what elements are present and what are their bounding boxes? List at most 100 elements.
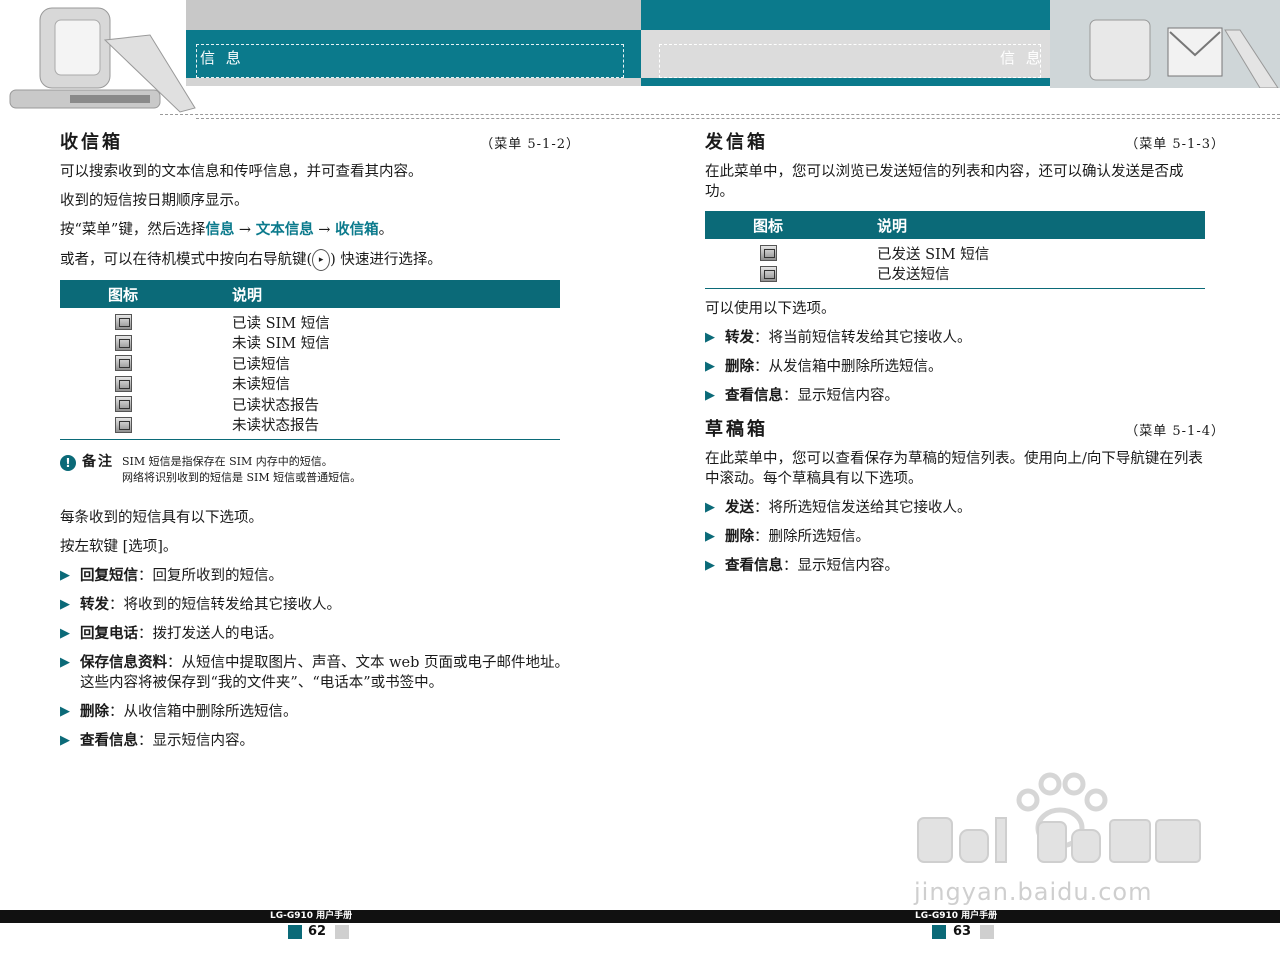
table-body: 已发送 SIM 短信 已发送短信 (705, 239, 1205, 289)
option-item: ▶ 查看信息：显示短信内容。 (705, 386, 1225, 406)
option-text: ：拨打发送人的电话。 (138, 626, 283, 642)
path-step-text-messages: 文本信息 (255, 222, 314, 238)
outbox-options-list: ▶ 转发：将当前短信转发给其它接收人。 ▶ 删除：从发信箱中删除所选短信。 ▶ 查看信息：… (705, 328, 1225, 406)
table-header-icon: 图标 (753, 216, 784, 235)
option-item: ▶ 删除：删除所选短信。 (705, 527, 1225, 547)
unread-sim-message-icon (115, 334, 132, 351)
nav-suffix: ) 快速进行选择。 (330, 252, 442, 268)
option-item: ▶ 删除：从收信箱中删除所选短信。 (60, 702, 575, 722)
table-row: 未读 SIM 短信 (60, 333, 560, 354)
inbox-options-list: ▶ 回复短信：回复所收到的短信。 ▶ 转发：将收到的短信转发给其它接收人。 ▶ 回复电话：… (60, 566, 575, 751)
path-arrow: → (313, 222, 336, 238)
drafts-title: 草稿箱 (705, 419, 768, 440)
inbox-intro-1: 可以搜索收到的文本信息和传呼信息，并可查看其内容。 (60, 164, 423, 180)
option-item: ▶ 保存信息资料：从短信中提取图片、声音、文本 web 页面或电子邮件地址。这些内… (60, 653, 575, 693)
page-number-right: 63 (953, 924, 972, 939)
triangle-bullet-icon: ▶ (705, 330, 715, 345)
unread-message-icon (115, 375, 132, 392)
option-label: 回复短信 (80, 568, 138, 584)
table-body: 已读 SIM 短信 未读 SIM 短信 已读短信 未读短信 已读状态报告 未读状态报告 (60, 308, 560, 440)
read-sim-message-icon (115, 314, 132, 331)
unread-status-report-icon (115, 416, 132, 433)
option-label: 保存信息资料 (80, 655, 167, 671)
sent-message-icon (760, 265, 777, 282)
option-label: 发送 (725, 500, 754, 516)
option-item: ▶ 发送：将所选短信发送给其它接收人。 (705, 498, 1225, 518)
option-label: 查看信息 (725, 388, 783, 404)
table-row: 已读短信 (60, 353, 560, 374)
triangle-bullet-icon: ▶ (705, 529, 715, 544)
note-label: 备注 (82, 454, 114, 470)
option-label: 删除 (725, 529, 754, 545)
footer-right-caption: LG-G910 用户手册 (915, 911, 998, 921)
drafts-section-title: 草稿箱 （菜单 5-1-4） (705, 415, 1225, 449)
row-description: 已发送 SIM 短信 (877, 246, 990, 263)
option-label: 转发 (725, 330, 754, 346)
read-message-icon (115, 355, 132, 372)
table-header-desc: 说明 (877, 216, 908, 235)
inbox-title: 收信箱 (60, 132, 123, 153)
inbox-menu-path: 按“菜单”键，然后选择信息 → 文本信息 → 收信箱。 (60, 220, 580, 240)
triangle-bullet-icon: ▶ (60, 733, 70, 748)
option-text: ：回复所收到的短信。 (138, 568, 283, 584)
triangle-bullet-icon: ▶ (60, 655, 70, 670)
table-row: 已读状态报告 (60, 394, 560, 415)
triangle-bullet-icon: ▶ (60, 626, 70, 641)
triangle-bullet-icon: ▶ (60, 704, 70, 719)
exclamation-icon: ! (60, 455, 76, 471)
outbox-section-title: 发信箱 （菜单 5-1-3） (705, 128, 1225, 162)
outbox-menu-code: （菜单 5-1-3） (1125, 137, 1225, 152)
row-description: 已读短信 (232, 356, 290, 373)
option-item: ▶ 转发：将当前短信转发给其它接收人。 (705, 328, 1225, 348)
row-description: 未读短信 (232, 377, 290, 394)
inbox-icon-table: 图标 说明 已读 SIM 短信 未读 SIM 短信 已读短信 未读短信 已读状态报告 未读… (60, 280, 560, 440)
option-label: 查看信息 (725, 558, 783, 574)
inbox-nav-shortcut: 或者，可以在待机模式中按向右导航键(▸) 快速进行选择。 (60, 249, 580, 271)
inbox-note: ! 备注 SIM 短信是指保存在 SIM 内存中的短信。 网络将识别收到的短信是… (60, 454, 580, 486)
option-item: ▶ 查看信息：显示短信内容。 (60, 731, 575, 751)
table-header-icon: 图标 (108, 285, 139, 304)
note-line-1: SIM 短信是指保存在 SIM 内存中的短信。 (122, 455, 333, 468)
triangle-bullet-icon: ▶ (705, 500, 715, 515)
left-page: 收信箱 （菜单 5-1-2） 可以搜索收到的文本信息和传呼信息，并可查看其内容。… (60, 128, 580, 760)
option-text: ：显示短信内容。 (783, 388, 899, 404)
footer-left-caption: LG-G910 用户手册 (270, 911, 353, 921)
right-nav-key-icon: ▸ (312, 249, 331, 271)
read-status-report-icon (115, 396, 132, 413)
path-arrow: → (234, 222, 256, 238)
option-text: ：将所选短信发送给其它接收人。 (754, 500, 972, 516)
outbox-intro: 在此菜单中，您可以浏览已发送短信的列表和内容，还可以确认发送是否成功。 (705, 164, 1184, 200)
row-description: 未读状态报告 (232, 418, 319, 435)
right-page: 发信箱 （菜单 5-1-3） 在此菜单中，您可以浏览已发送短信的列表和内容，还可… (705, 128, 1225, 585)
option-item: ▶ 转发：将收到的短信转发给其它接收人。 (60, 595, 575, 615)
watermark-url: jingyan.baidu.com (914, 878, 1153, 906)
table-header: 图标 说明 (60, 280, 560, 308)
table-row: 未读状态报告 (60, 415, 560, 436)
outbox-title: 发信箱 (705, 132, 768, 153)
inbox-intro-2: 收到的短信按日期顺序显示。 (60, 193, 249, 209)
drafts-options-list: ▶ 发送：将所选短信发送给其它接收人。 ▶ 删除：删除所选短信。 ▶ 查看信息：显示短信内… (705, 498, 1225, 576)
row-description: 已读状态报告 (232, 397, 319, 414)
message-envelope-illustration (1050, 0, 1280, 88)
table-row: 未读短信 (60, 374, 560, 395)
option-label: 转发 (80, 597, 109, 613)
page-number-left: 62 (308, 924, 327, 939)
inbox-options-intro-1: 每条收到的短信具有以下选项。 (60, 510, 263, 526)
option-text: ：显示短信内容。 (783, 558, 899, 574)
path-suffix: 。 (378, 222, 394, 238)
header-right-title: 信 息 (1000, 49, 1044, 67)
outbox-icon-table: 图标 说明 已发送 SIM 短信 已发送短信 (705, 211, 1205, 289)
inbox-section-title: 收信箱 （菜单 5-1-2） (60, 128, 580, 162)
option-text: ：删除所选短信。 (754, 529, 870, 545)
option-item: ▶ 回复短信：回复所收到的短信。 (60, 566, 575, 586)
triangle-bullet-icon: ▶ (60, 568, 70, 583)
outbox-options-intro: 可以使用以下选项。 (705, 301, 836, 317)
option-item: ▶ 删除：从发信箱中删除所选短信。 (705, 357, 1225, 377)
table-row: 已发送 SIM 短信 (705, 243, 1205, 264)
drafts-intro: 在此菜单中，您可以查看保存为草稿的短信列表。使用向上/向下导航键在列表中滚动。每… (705, 451, 1203, 487)
path-step-inbox: 收信箱 (335, 222, 379, 238)
option-text: ：将当前短信转发给其它接收人。 (754, 330, 972, 346)
option-item: ▶ 查看信息：显示短信内容。 (705, 556, 1225, 576)
triangle-bullet-icon: ▶ (60, 597, 70, 612)
path-step-messages: 信息 (205, 222, 235, 238)
